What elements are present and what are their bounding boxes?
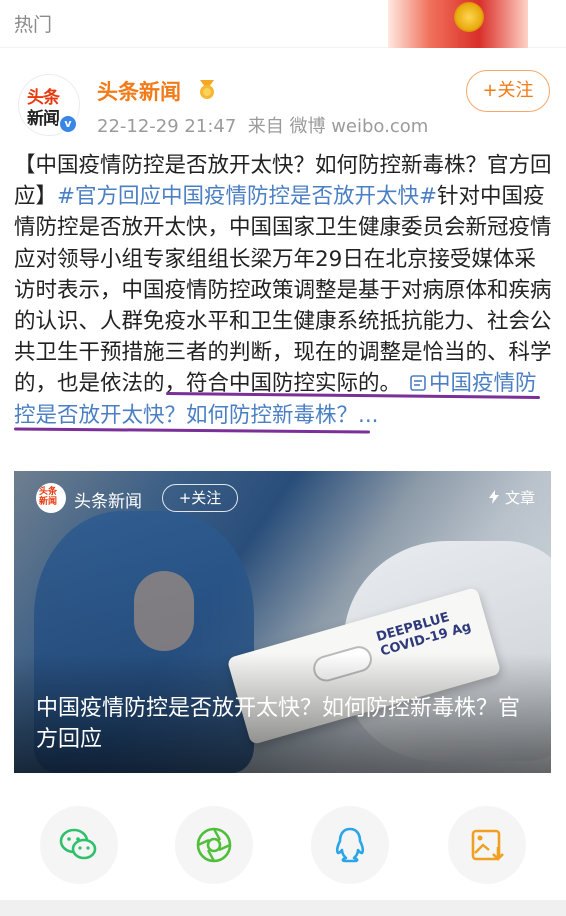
share-qq-button[interactable] (311, 806, 389, 884)
follow-button[interactable]: +关注 (466, 70, 550, 112)
card-type: 文章 (488, 487, 535, 508)
qq-icon (335, 827, 365, 863)
post-text-body: 针对中国疫情防控是否放开太快，中国国家卫生健康委员会新冠疫情应对领导小组专家组组… (14, 184, 552, 366)
bottom-strip (0, 900, 566, 916)
wechat-icon (59, 828, 97, 860)
top-banner-image[interactable] (388, 0, 528, 48)
top-strip: 热门 (0, 0, 566, 48)
account-name[interactable]: 头条新闻 (97, 76, 181, 106)
card-title: 中国疫情防控是否放开太快？如何防控新毒株？官方回应 (36, 696, 521, 752)
post-source: 来自 微博 weibo.com (247, 116, 429, 137)
post-meta: 22-12-29 21:47 来自 微博 weibo.com (97, 112, 428, 138)
emblem-icon (454, 2, 484, 32)
card-type-label: 文章 (504, 489, 535, 507)
card-author[interactable]: 头条新闻 (74, 487, 142, 512)
save-image-button[interactable] (448, 806, 526, 884)
article-link-icon (410, 375, 426, 392)
save-image-icon (471, 829, 504, 861)
photo-figure (134, 571, 194, 651)
post-text: 【中国疫情防控是否放开太快？如何防控新毒株？官方回应】#官方回应中国疫情防控是否… (14, 150, 554, 431)
share-moments-button[interactable] (175, 806, 253, 884)
hashtag-link[interactable]: #官方回应中国疫情防控是否放开太快# (57, 184, 437, 209)
card-follow-button[interactable]: +关注 (162, 484, 238, 512)
moments-icon (196, 827, 232, 863)
section-label: 热门 (14, 14, 53, 36)
medal-icon (200, 80, 214, 99)
verified-icon: v (58, 114, 78, 134)
card-avatar-text: 头条新闻 (39, 487, 58, 507)
avatar-logo-line2: 新闻 (27, 109, 60, 129)
post-time: 22-12-29 21:47 (97, 116, 237, 137)
lightning-icon (489, 490, 500, 504)
card-avatar[interactable]: 头条新闻 (36, 483, 66, 513)
share-wechat-button[interactable] (40, 806, 118, 884)
article-card[interactable]: DEEPBLUE COVID-19 Ag 头条新闻 头条新闻 +关注 文章 中国… (14, 471, 551, 773)
